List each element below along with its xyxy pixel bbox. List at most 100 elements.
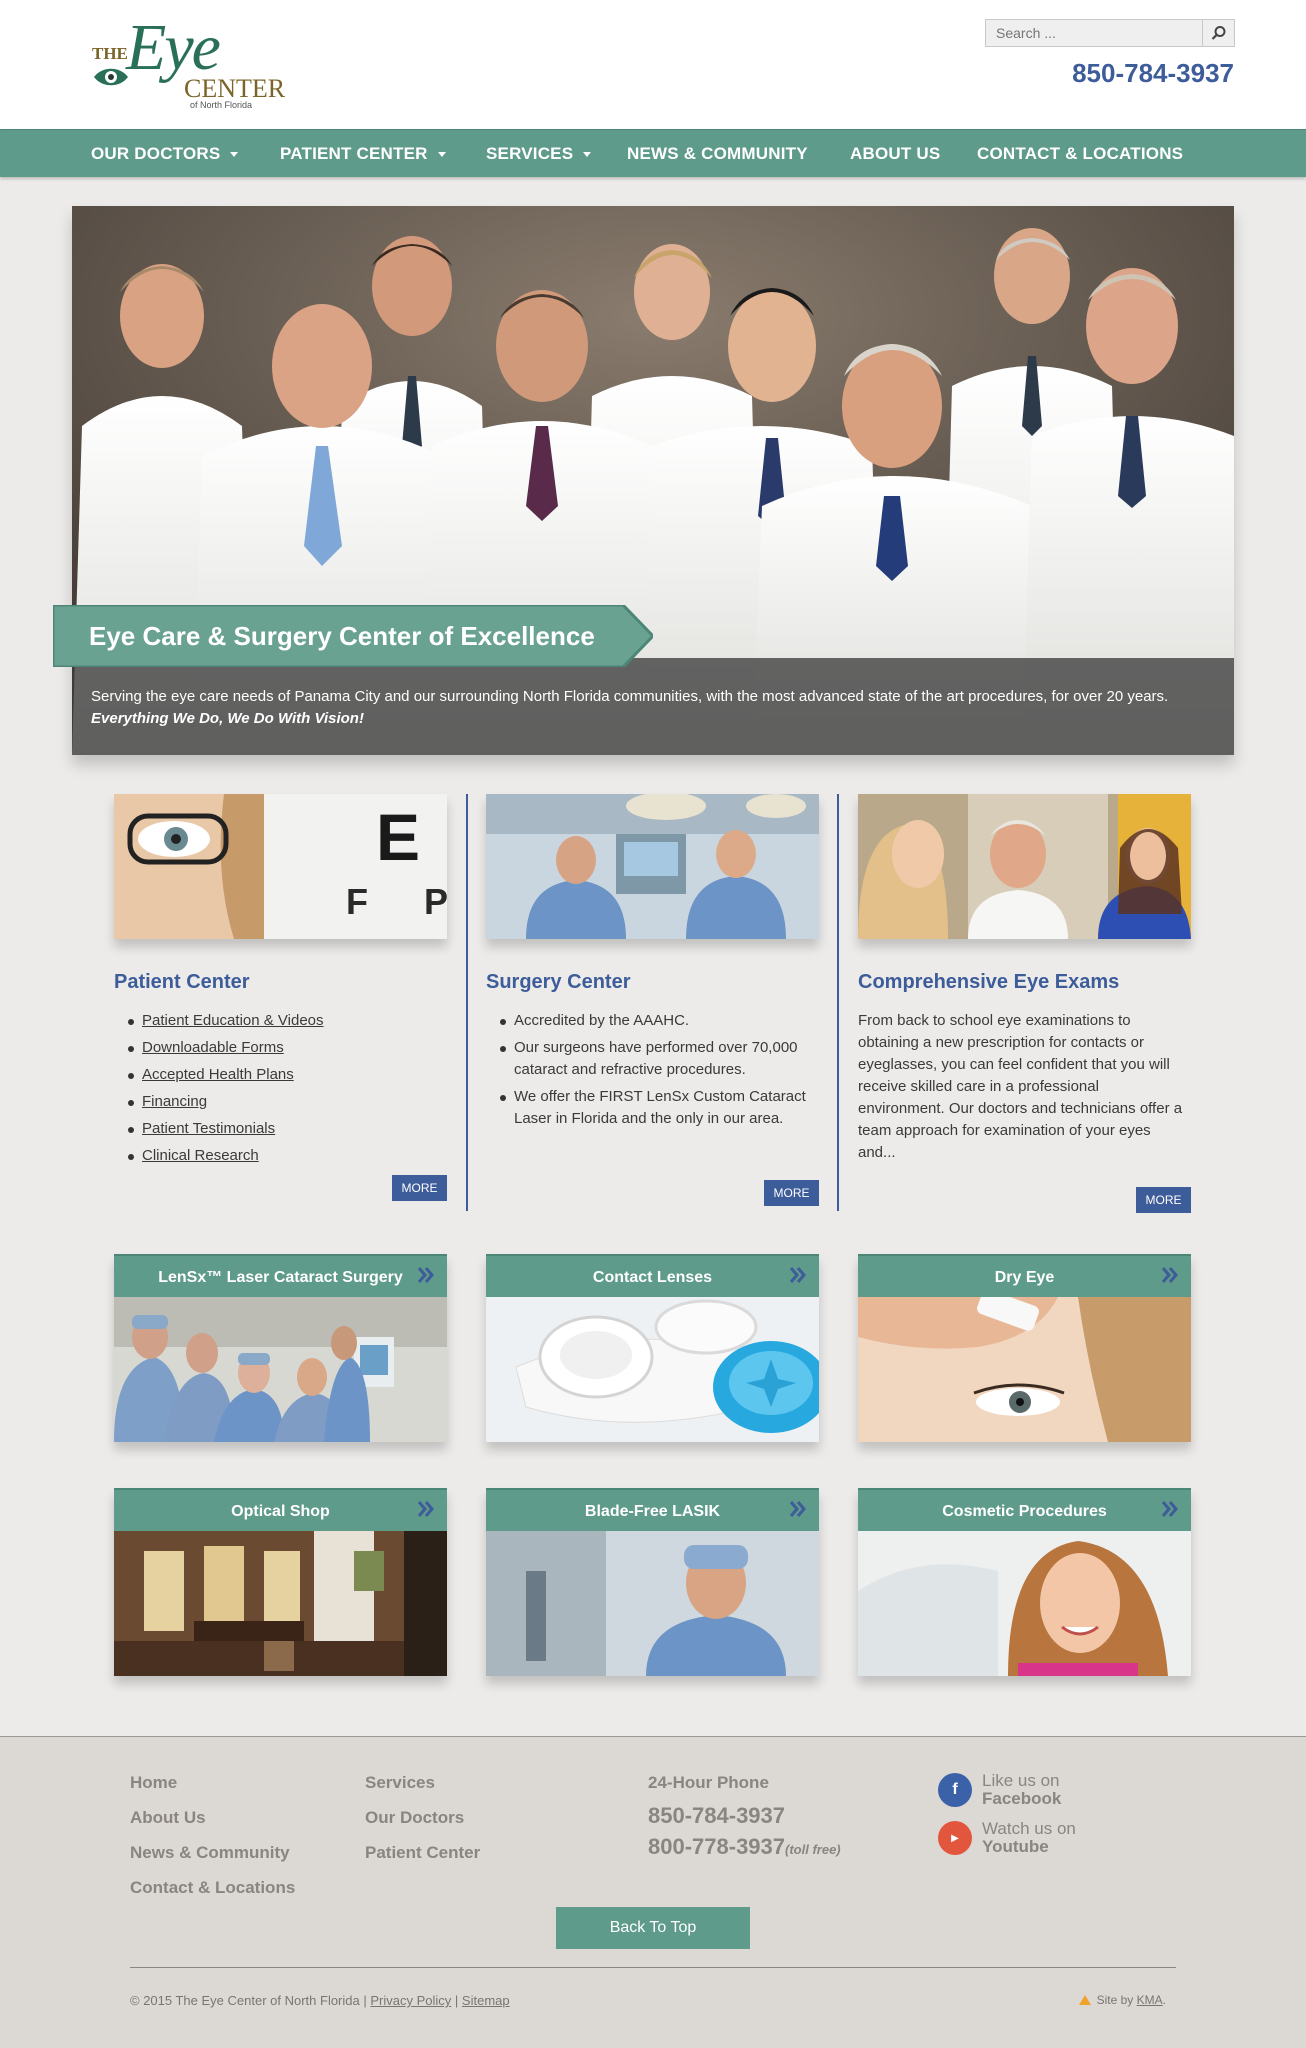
sitemap-link[interactable]: Sitemap (462, 1993, 510, 2008)
optical-shop-photo (114, 1531, 447, 1676)
lasik-surgeon-photo (486, 1531, 819, 1676)
link-clinical-research[interactable]: Clinical Research (126, 1145, 324, 1167)
tile-image (486, 1531, 819, 1676)
double-chevron-right-icon (417, 1267, 434, 1283)
search-input[interactable] (986, 20, 1200, 46)
surgery-center-image[interactable] (486, 794, 819, 939)
footer-link-patient-center[interactable]: Patient Center (365, 1843, 480, 1863)
tile-optical-shop[interactable]: Optical Shop (114, 1488, 447, 1676)
header-phone[interactable]: 850-784-3937 (1072, 58, 1234, 89)
tile-title: Optical Shop (114, 1488, 447, 1531)
tile-contact-lenses[interactable]: Contact Lenses (486, 1254, 819, 1442)
tile-lensx[interactable]: LenSx™ Laser Cataract Surgery (114, 1254, 447, 1442)
site-logo[interactable]: THE Eye CENTER of North Florida (90, 11, 290, 112)
copyright-text: © 2015 The Eye Center of North Florida | (130, 1993, 367, 2008)
tile-image (858, 1297, 1191, 1442)
surgeons-photo (486, 794, 819, 939)
link-accepted-health-plans[interactable]: Accepted Health Plans (126, 1064, 324, 1086)
eye-drops-photo (858, 1297, 1191, 1442)
col-title[interactable]: Surgery Center (486, 971, 631, 994)
eye-leaf-icon (94, 68, 128, 86)
youtube-link[interactable]: ▶ Watch us on Youtube (938, 1819, 1098, 1859)
tile-title: Blade-Free LASIK (486, 1488, 819, 1531)
hero-title: Eye Care & Surgery Center of Excellence (89, 621, 595, 651)
search-icon (1211, 26, 1225, 40)
site-by-end: . (1162, 1993, 1166, 2007)
search-button[interactable] (1202, 20, 1234, 46)
footer-link-our-doctors[interactable]: Our Doctors (365, 1808, 464, 1828)
tile-blade-free-lasik[interactable]: Blade-Free LASIK (486, 1488, 819, 1676)
nav-label: OUR DOCTORS (91, 144, 221, 163)
nav-label: NEWS & COMMUNITY (627, 144, 808, 163)
svg-text:E: E (376, 800, 420, 874)
nav-patient-center[interactable]: PATIENT CENTER (280, 130, 446, 178)
tile-title: Dry Eye (858, 1254, 1191, 1297)
hero-caption: Serving the eye care needs of Panama Cit… (72, 658, 1234, 755)
nav-services[interactable]: SERVICES (486, 130, 592, 178)
surgery-item-text: Accredited by the AAAHC. (514, 1012, 690, 1029)
site-by-text: Site by (1096, 1993, 1134, 2007)
search-box (985, 19, 1235, 47)
kma-link[interactable]: KMA (1137, 1993, 1163, 2007)
footer-link-home[interactable]: Home (130, 1773, 177, 1793)
hero-tagline: Everything We Do, We Do With Vision! (91, 710, 364, 727)
footer-link-news-community[interactable]: News & Community (130, 1843, 290, 1863)
tile-cosmetic-procedures[interactable]: Cosmetic Procedures (858, 1488, 1191, 1676)
patient-center-links: Patient Education & Videos Downloadable … (126, 1010, 324, 1172)
patient-center-image[interactable]: E F P (114, 794, 447, 939)
nav-label: ABOUT US (850, 144, 941, 163)
footer-divider (130, 1967, 1176, 1968)
surgery-item-lensx: We offer the FIRST LenSx Custom Cataract… (498, 1086, 808, 1130)
facebook-line2: Facebook (982, 1789, 1062, 1808)
smiling-woman-photo (858, 1531, 1191, 1676)
footer-link-services[interactable]: Services (365, 1773, 435, 1793)
eye-exams-more-button[interactable]: MORE (1136, 1187, 1191, 1213)
footer-link-about-us[interactable]: About Us (130, 1808, 206, 1828)
tile-dry-eye[interactable]: Dry Eye (858, 1254, 1191, 1442)
youtube-line2: Youtube (982, 1837, 1049, 1856)
link-financing[interactable]: Financing (126, 1091, 324, 1113)
surgery-item-accredited: Accredited by the AAAHC. (498, 1010, 808, 1032)
nav-news-community[interactable]: NEWS & COMMUNITY (627, 130, 808, 178)
facebook-link[interactable]: f Like us on Facebook (938, 1771, 1098, 1811)
eye-exams-image[interactable] (858, 794, 1191, 939)
eye-chart-photo: E F P (114, 794, 447, 939)
column-divider (837, 794, 839, 1211)
surgery-center-more-button[interactable]: MORE (764, 1180, 819, 1206)
privacy-policy-link[interactable]: Privacy Policy (370, 1993, 451, 2008)
nav-our-doctors[interactable]: OUR DOCTORS (91, 130, 239, 178)
double-chevron-right-icon (417, 1501, 434, 1517)
phone-2-number: 800-778-3937 (648, 1834, 786, 1859)
logo-the: THE (92, 44, 128, 63)
double-chevron-right-icon (789, 1501, 806, 1517)
column-divider (466, 794, 468, 1211)
link-patient-education[interactable]: Patient Education & Videos (126, 1010, 324, 1032)
caret-down-icon (583, 152, 592, 158)
separator: | (454, 1993, 459, 2008)
caret-down-icon (437, 152, 446, 158)
col-title[interactable]: Patient Center (114, 971, 250, 994)
back-to-top-button[interactable]: Back To Top (556, 1907, 750, 1949)
footer-phone-2[interactable]: 800-778-3937(toll free) (648, 1834, 841, 1860)
double-chevron-right-icon (1161, 1501, 1178, 1517)
site-footer: Home About Us News & Community Contact &… (0, 1736, 1306, 2048)
nav-label: SERVICES (486, 144, 574, 163)
nav-label: PATIENT CENTER (280, 144, 428, 163)
youtube-icon: ▶ (938, 1821, 972, 1855)
hero-text-body: Serving the eye care needs of Panama Cit… (91, 688, 1169, 705)
hero-text: Serving the eye care needs of Panama Cit… (91, 686, 1211, 730)
tile-image (486, 1297, 819, 1442)
double-chevron-right-icon (1161, 1267, 1178, 1283)
link-patient-testimonials[interactable]: Patient Testimonials (126, 1118, 324, 1140)
nav-about-us[interactable]: ABOUT US (850, 130, 940, 178)
tile-image (114, 1531, 447, 1676)
footer-link-contact-locations[interactable]: Contact & Locations (130, 1878, 295, 1898)
patient-center-more-button[interactable]: MORE (392, 1175, 447, 1201)
col-title[interactable]: Comprehensive Eye Exams (858, 971, 1119, 994)
link-downloadable-forms[interactable]: Downloadable Forms (126, 1037, 324, 1059)
tile-title: Contact Lenses (486, 1254, 819, 1297)
footer-phone-1[interactable]: 850-784-3937 (648, 1803, 785, 1829)
contact-lens-case-photo (486, 1297, 819, 1442)
tile-title: Cosmetic Procedures (858, 1488, 1191, 1531)
nav-contact-locations[interactable]: CONTACT & LOCATIONS (977, 130, 1183, 178)
